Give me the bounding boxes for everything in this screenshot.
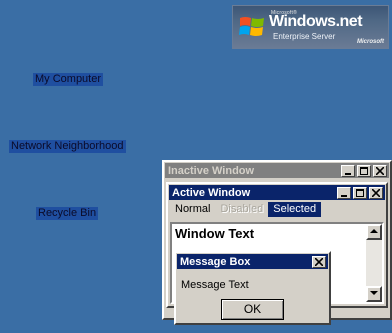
logo-brand: Microsoft [357,39,384,45]
maximize-button[interactable] [353,186,367,199]
close-icon [372,188,380,197]
minimize-icon [341,194,347,197]
message-text: Message Text [181,279,249,291]
minimize-button[interactable] [337,186,351,199]
desktop-icon-label: Recycle Bin [38,207,97,219]
window-text: Window Text [175,226,255,241]
menu-item-selected[interactable]: Selected [268,202,322,217]
close-button[interactable] [312,255,326,268]
message-box: Message Box Message Text OK [174,251,331,325]
ok-button[interactable]: OK [221,299,284,320]
message-box-titlebar[interactable]: Message Box [177,254,328,269]
close-icon [376,166,384,175]
vertical-scrollbar[interactable] [366,224,382,302]
close-icon [315,257,323,266]
inactive-window-titlebar[interactable]: Inactive Window [165,163,389,178]
arrow-up-icon [370,229,378,233]
minimize-icon [345,172,351,175]
windows-logo-banner: Microsoft® Windows.net Enterprise Server… [232,5,389,49]
desktop-icon-label: My Computer [35,73,102,85]
message-box-title: Message Box [180,255,251,268]
menu-bar: Normal Disabled Selected [168,201,386,218]
menu-item-normal[interactable]: Normal [170,202,215,217]
arrow-down-icon [370,291,378,295]
desktop-icon-my-computer[interactable]: My Computer [33,73,104,86]
scroll-up-button[interactable] [366,224,382,240]
active-window-title: Active Window [172,186,251,199]
logo-edition: Enterprise Server [273,32,336,41]
active-window-titlebar[interactable]: Active Window [169,185,385,200]
desktop-icon-network-neighborhood[interactable]: Network Neighborhood [9,140,126,153]
menu-item-disabled: Disabled [220,203,264,215]
maximize-icon [360,166,368,175]
close-button[interactable] [373,164,387,177]
windows-flag-icon [239,17,264,36]
logo-product-name: Windows.net [269,13,363,30]
close-button[interactable] [369,186,383,199]
maximize-icon [356,188,364,197]
scroll-down-button[interactable] [366,286,382,302]
maximize-button[interactable] [357,164,371,177]
inactive-window-title: Inactive Window [168,164,255,177]
desktop-icon-recycle-bin[interactable]: Recycle Bin [36,207,99,220]
desktop-icon-label: Network Neighborhood [11,140,124,152]
minimize-button[interactable] [341,164,355,177]
